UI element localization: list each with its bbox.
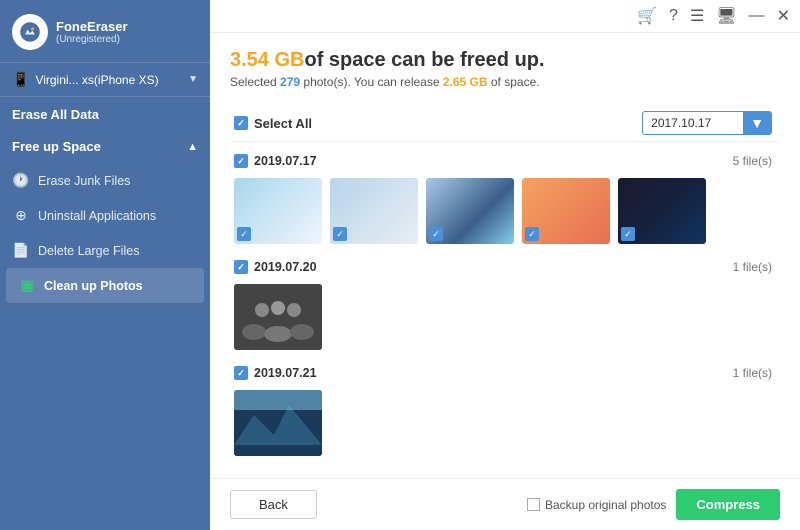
group-label[interactable]: 2019.07.17 xyxy=(234,154,317,168)
photo-thumb[interactable] xyxy=(330,178,418,244)
title-bar: 🛒 ? ☰ 🖥 — ✕ xyxy=(210,0,800,33)
file-icon: 📄 xyxy=(12,242,30,259)
device-selector[interactable]: 📱 Virgini... xs(iPhone XS) ▼ xyxy=(0,63,210,97)
photo-thumb[interactable] xyxy=(426,178,514,244)
group-date: 2019.07.20 xyxy=(254,260,317,274)
photo-check-icon xyxy=(621,227,635,241)
group-row-2019-07-17: 2019.07.17 5 file(s) xyxy=(230,148,776,174)
select-all-label[interactable]: Select All xyxy=(234,116,312,131)
date-filter[interactable]: ▼ xyxy=(642,111,772,135)
sidebar-item-label: Erase Junk Files xyxy=(38,174,130,188)
group-row-2019-07-20: 2019.07.20 1 file(s) xyxy=(230,254,776,280)
group-date: 2019.07.21 xyxy=(254,366,317,380)
close-icon[interactable]: ✕ xyxy=(777,6,790,26)
photo-icon: ▣ xyxy=(18,277,36,294)
group-checkbox-1[interactable] xyxy=(234,154,248,168)
footer-right: Backup original photos Compress xyxy=(527,489,780,520)
chevron-down-icon: ▼ xyxy=(188,74,198,85)
space-amount: 3.54 GB xyxy=(230,49,304,71)
subtitle-mid: photo(s). You can release xyxy=(300,75,443,89)
space-release: 2.65 GB xyxy=(443,75,488,89)
monitor-icon[interactable]: 🖥 xyxy=(716,6,736,26)
app-title-block: FoneEraser (Unregistered) xyxy=(56,19,128,46)
back-button[interactable]: Back xyxy=(230,490,317,519)
space-text: of space can be freed up. xyxy=(304,49,544,71)
space-subtitle: Selected 279 photo(s). You can release 2… xyxy=(230,75,780,89)
sidebar-item-label: Delete Large Files xyxy=(38,244,139,258)
erase-all-section[interactable]: Erase All Data xyxy=(0,97,210,126)
group-count-1: 5 file(s) xyxy=(733,154,772,168)
menu-icon[interactable]: ☰ xyxy=(690,6,704,26)
phone-icon: 📱 xyxy=(12,71,29,88)
photo-check-icon xyxy=(525,227,539,241)
selected-count: 279 xyxy=(280,75,300,89)
sidebar-item-delete-large[interactable]: 📄 Delete Large Files xyxy=(0,233,210,268)
group-label[interactable]: 2019.07.21 xyxy=(234,366,317,380)
content-area: 3.54 GBof space can be freed up. Selecte… xyxy=(210,33,800,478)
subtitle-suffix: of space. xyxy=(488,75,540,89)
photo-check-icon xyxy=(333,227,347,241)
photo-thumb[interactable] xyxy=(234,178,322,244)
main-panel: 🛒 ? ☰ 🖥 — ✕ 3.54 GBof space can be freed… xyxy=(210,0,800,530)
photo-grid-3 xyxy=(230,390,776,466)
subtitle-prefix: Selected xyxy=(230,75,280,89)
photo-check-icon xyxy=(429,227,443,241)
photo-thumb[interactable] xyxy=(618,178,706,244)
sidebar-item-uninstall[interactable]: ⊕ Uninstall Applications xyxy=(0,198,210,233)
clock-icon: 🕐 xyxy=(12,172,30,189)
date-filter-input[interactable] xyxy=(643,113,743,133)
select-all-text: Select All xyxy=(254,116,312,131)
photo-list: Select All ▼ 2019.07.17 5 file(s) xyxy=(230,105,780,478)
photo-grid-1 xyxy=(230,178,776,254)
free-space-label: Free up Space xyxy=(12,139,101,154)
app-name: FoneEraser xyxy=(56,19,128,35)
footer: Back Backup original photos Compress xyxy=(210,478,800,530)
sidebar-item-label: Uninstall Applications xyxy=(38,209,156,223)
photo-thumb[interactable] xyxy=(234,284,322,350)
app-status: (Unregistered) xyxy=(56,34,128,45)
photo-thumb[interactable] xyxy=(234,390,322,456)
group-checkbox-3[interactable] xyxy=(234,366,248,380)
date-filter-button[interactable]: ▼ xyxy=(743,112,771,134)
backup-label-text: Backup original photos xyxy=(545,498,666,512)
collapse-arrow-icon: ▲ xyxy=(187,141,198,153)
cart-icon[interactable]: 🛒 xyxy=(637,6,657,26)
select-all-row: Select All ▼ xyxy=(230,105,776,142)
group-row-2019-07-21: 2019.07.21 1 file(s) xyxy=(230,360,776,386)
group-count-2: 1 file(s) xyxy=(733,260,772,274)
photo-check-icon xyxy=(237,227,251,241)
backup-checkbox[interactable] xyxy=(527,498,540,511)
group-date: 2019.07.17 xyxy=(254,154,317,168)
select-all-checkbox[interactable] xyxy=(234,116,248,130)
question-icon[interactable]: ? xyxy=(669,7,678,25)
space-freed-title: 3.54 GBof space can be freed up. xyxy=(230,49,780,72)
app-logo xyxy=(12,14,48,50)
sidebar-item-label: Clean up Photos xyxy=(44,279,143,293)
group-count-3: 1 file(s) xyxy=(733,366,772,380)
space-header: 3.54 GBof space can be freed up. Selecte… xyxy=(230,49,780,89)
group-label[interactable]: 2019.07.20 xyxy=(234,260,317,274)
apps-icon: ⊕ xyxy=(12,207,30,224)
sidebar: FoneEraser (Unregistered) 📱 Virgini... x… xyxy=(0,0,210,530)
group-checkbox-2[interactable] xyxy=(234,260,248,274)
photo-thumb[interactable] xyxy=(522,178,610,244)
backup-label[interactable]: Backup original photos xyxy=(527,498,666,512)
sidebar-item-erase-junk[interactable]: 🕐 Erase Junk Files xyxy=(0,163,210,198)
compress-button[interactable]: Compress xyxy=(676,489,780,520)
free-space-section: Free up Space ▲ 🕐 Erase Junk Files ⊕ Uni… xyxy=(0,130,210,303)
device-name: Virgini... xs(iPhone XS) xyxy=(35,73,188,87)
photo-grid-2 xyxy=(230,284,776,360)
free-space-header[interactable]: Free up Space ▲ xyxy=(0,130,210,163)
sidebar-item-clean-photos[interactable]: ▣ Clean up Photos xyxy=(6,268,204,303)
app-header: FoneEraser (Unregistered) xyxy=(0,0,210,63)
minimize-icon[interactable]: — xyxy=(749,7,765,25)
